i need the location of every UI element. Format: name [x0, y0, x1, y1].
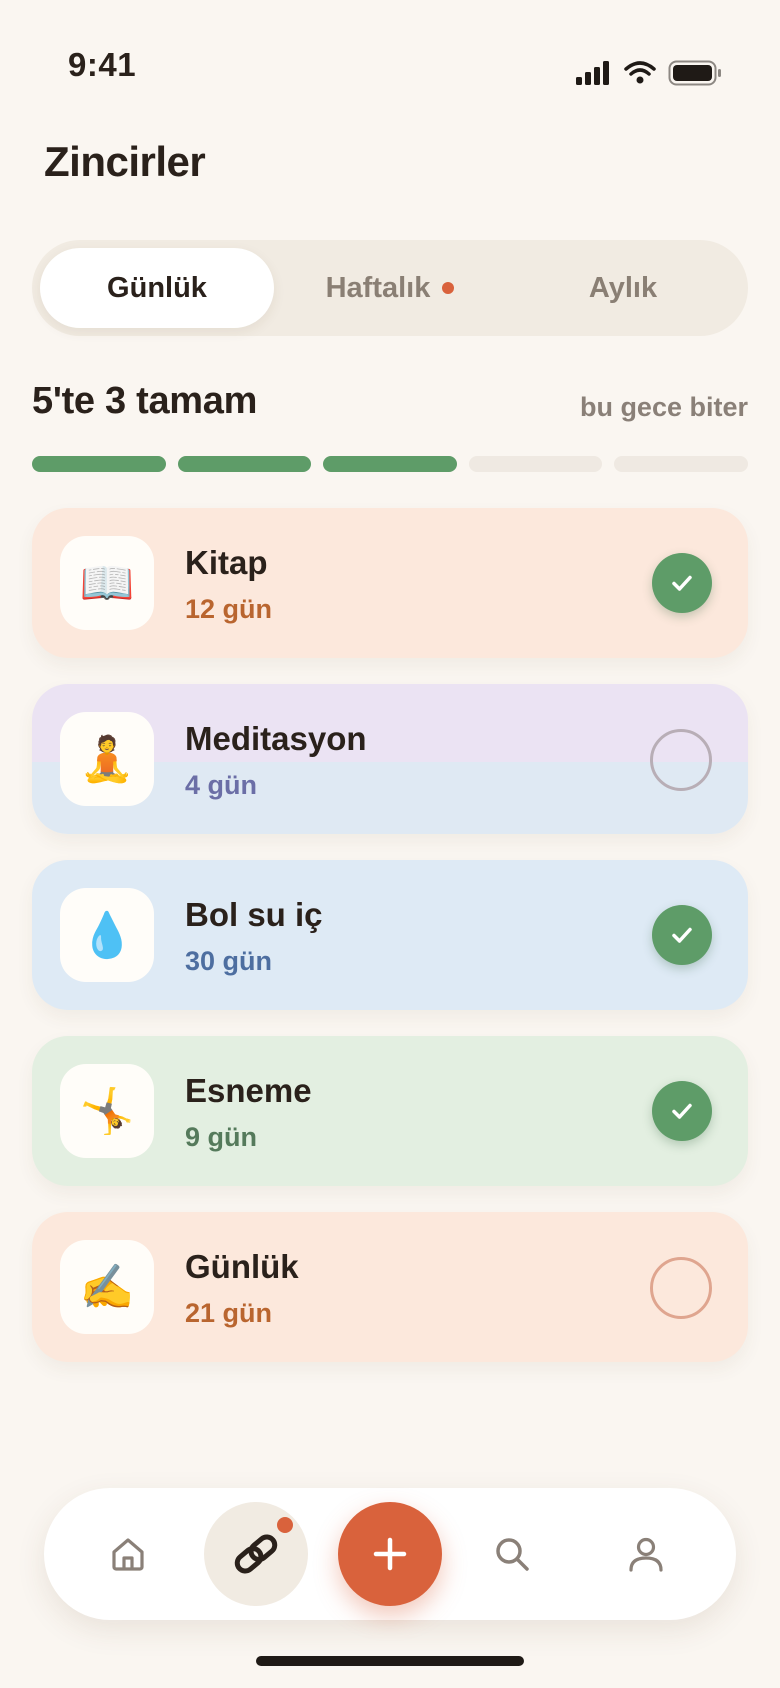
habit-complete-toggle[interactable]: [652, 1081, 712, 1141]
segment-gunluk[interactable]: Günlük: [40, 248, 274, 328]
habit-name: Günlük: [185, 1248, 299, 1285]
segment-aylik[interactable]: Aylık: [506, 248, 740, 328]
segment-label: Haftalık: [325, 271, 431, 304]
progress-segment: [177, 456, 312, 472]
habit-card-esneme[interactable]: 🤸 Esneme 9 gün: [32, 1036, 748, 1186]
open-book-icon: 📖: [79, 559, 135, 608]
habit-card-meditasyon[interactable]: 🧘 Meditasyon 4 gün: [32, 684, 748, 834]
segment-haftalik[interactable]: Haftalık: [273, 248, 507, 328]
page-title: Zincirler: [44, 138, 206, 185]
habit-card-gunluk[interactable]: ✍️ Günlük 21 gün: [32, 1212, 748, 1362]
habit-icon-box: ✍️: [60, 1240, 154, 1334]
bottom-tab-bar: [44, 1488, 736, 1620]
habit-streak: 4 gün: [185, 770, 257, 800]
progress-deadline: bu gece biter: [579, 392, 748, 422]
tab-search[interactable]: [476, 1518, 548, 1590]
tab-profile[interactable]: [610, 1518, 682, 1590]
habit-streak: 30 gün: [185, 946, 273, 976]
battery-icon: [668, 60, 721, 86]
checkmark-icon: [672, 575, 692, 591]
search-icon: [496, 1538, 529, 1571]
home-indicator: [256, 1656, 524, 1666]
notification-dot-icon: [274, 1514, 296, 1536]
cellular-signal-icon: [576, 61, 609, 85]
water-drop-icon: 💧: [79, 911, 135, 960]
tab-chains[interactable]: [204, 1502, 308, 1606]
habit-streak: 9 gün: [185, 1122, 257, 1152]
progress-summary: 5'te 3 tamam: [32, 380, 258, 422]
habit-name: Meditasyon: [185, 720, 367, 757]
segment-label: Günlük: [107, 271, 207, 304]
progress-segment: [468, 456, 603, 472]
meditation-icon: 🧘: [79, 735, 135, 784]
notification-dot-icon: [442, 282, 455, 294]
add-habit-button[interactable]: [338, 1502, 442, 1606]
status-bar: 9:41: [0, 0, 780, 120]
progress-segment: [32, 456, 166, 472]
habit-name: Esneme: [185, 1072, 312, 1109]
habit-list: 📖 Kitap 12 gün 🧘 Meditasyon 4 gün 💧 Bol …: [32, 508, 748, 1388]
habit-complete-toggle[interactable]: [652, 553, 712, 613]
segment-label: Aylık: [588, 271, 658, 304]
habit-icon-box: 🤸: [60, 1064, 154, 1158]
period-segmented-control: Günlük Haftalık Aylık: [32, 240, 748, 336]
plus-icon: [373, 1537, 407, 1571]
habit-streak: 21 gün: [185, 1298, 273, 1328]
wifi-icon: [624, 61, 656, 84]
writing-hand-icon: ✍️: [79, 1263, 135, 1312]
status-time: 9:41: [68, 46, 137, 83]
stretch-icon: 🤸: [79, 1087, 135, 1136]
checkmark-icon: [672, 927, 692, 943]
habit-complete-toggle[interactable]: [652, 905, 712, 965]
habit-card-kitap[interactable]: 📖 Kitap 12 gün: [32, 508, 748, 658]
habit-icon-box: 💧: [60, 888, 154, 982]
checkmark-icon: [672, 1103, 692, 1119]
tab-home[interactable]: [92, 1518, 164, 1590]
habit-complete-toggle[interactable]: [650, 729, 712, 791]
habit-name: Bol su iç: [185, 896, 323, 933]
habit-complete-toggle[interactable]: [650, 1257, 712, 1319]
habit-icon-box: 🧘: [60, 712, 154, 806]
status-icons: [576, 60, 722, 86]
progress-segment: [323, 456, 457, 472]
profile-icon: [629, 1537, 663, 1572]
habit-streak: 12 gün: [185, 594, 273, 624]
progress-segments: [32, 456, 748, 472]
habit-name: Kitap: [185, 544, 268, 581]
habit-card-bol-su-ic[interactable]: 💧 Bol su iç 30 gün: [32, 860, 748, 1010]
home-icon: [112, 1538, 144, 1571]
progress-segment: [614, 456, 748, 472]
habit-icon-box: 📖: [60, 536, 154, 630]
